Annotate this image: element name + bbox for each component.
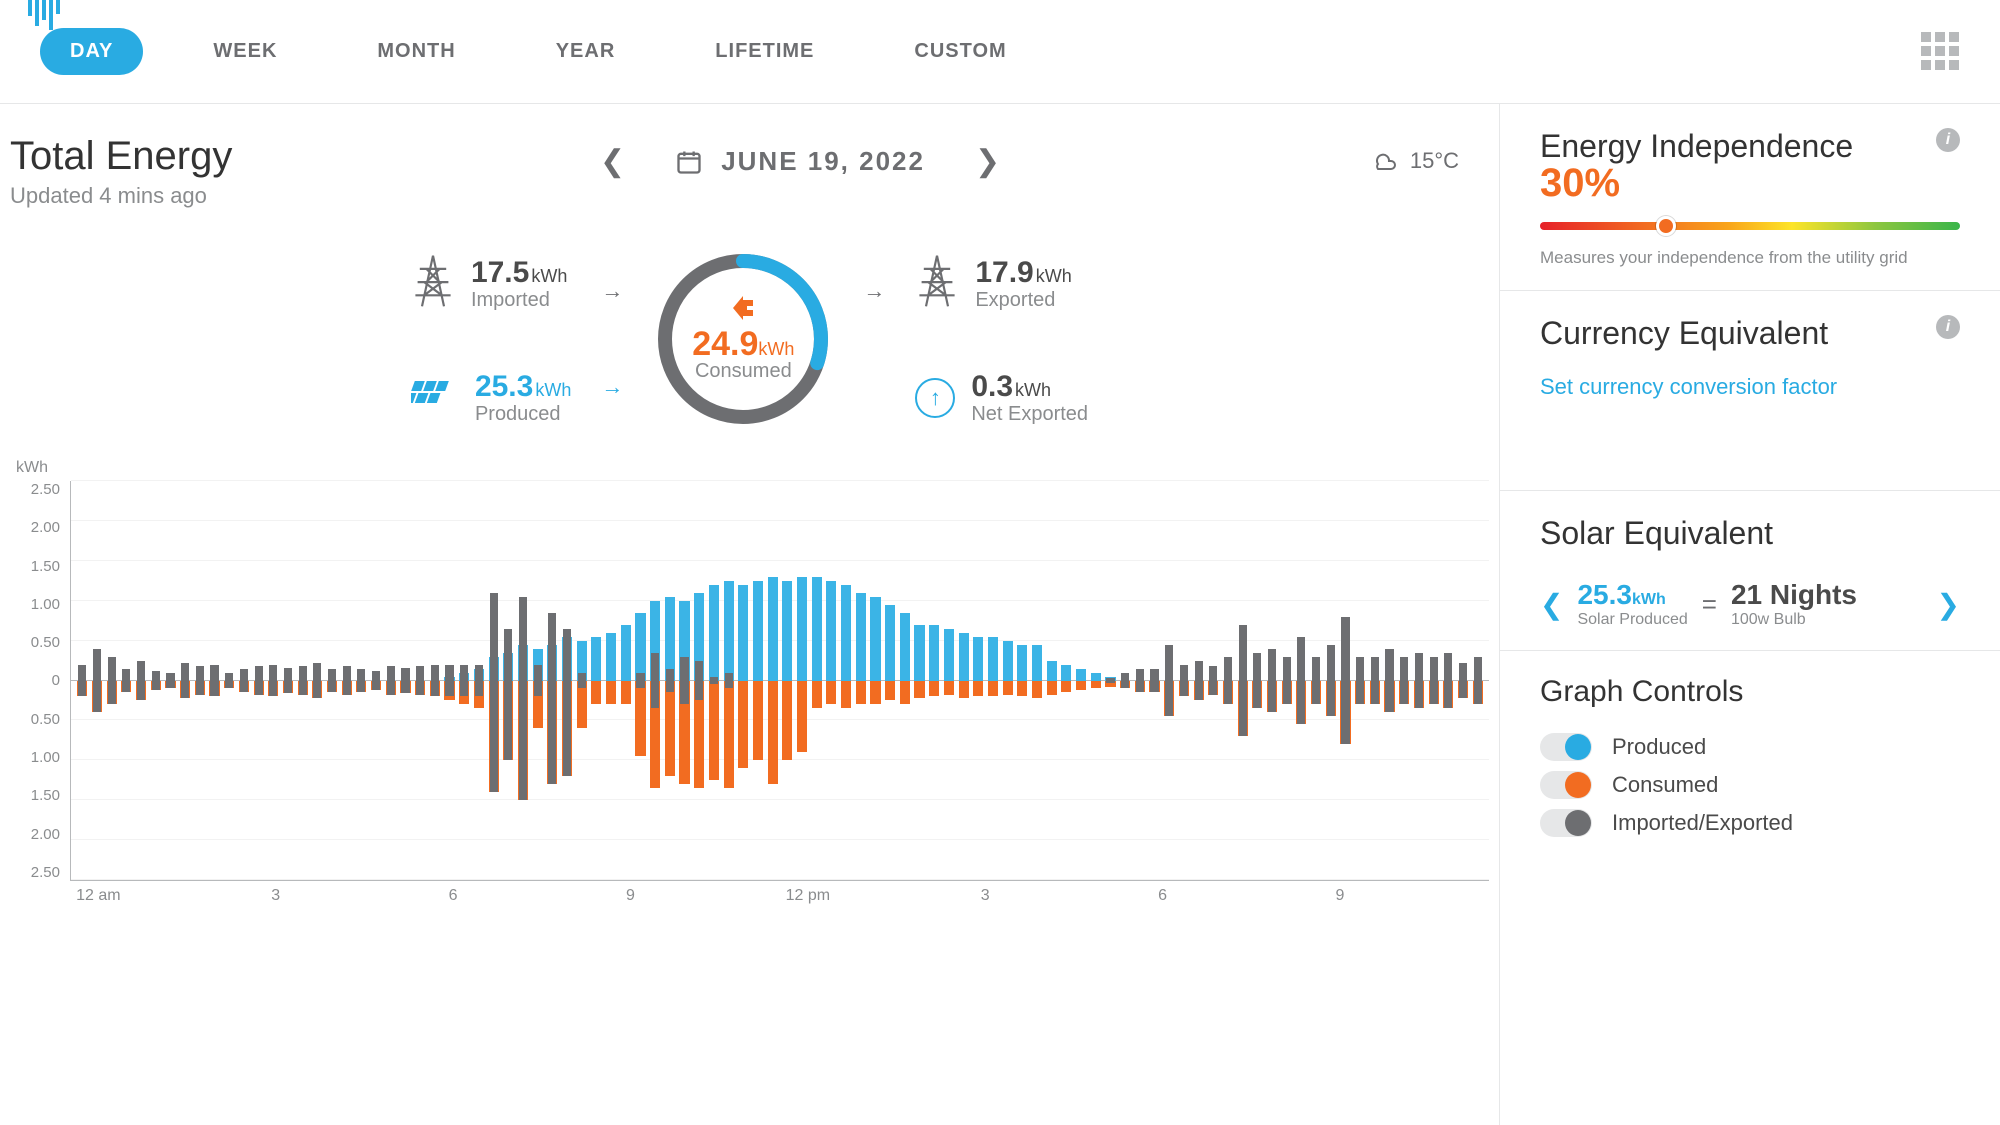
home-icon: [729, 296, 757, 325]
pylon-icon: [915, 253, 959, 314]
solar-eq-title: Solar Equivalent: [1540, 515, 1960, 552]
pylon-icon: [411, 253, 455, 314]
weather-temp: 15°C: [1410, 148, 1459, 174]
imported-value: 17.5: [471, 256, 529, 289]
info-icon[interactable]: i: [1936, 315, 1960, 339]
produced-unit: kWh: [535, 380, 571, 400]
next-day-button[interactable]: ❯: [975, 144, 1000, 179]
solar-icon: [411, 373, 459, 422]
updated-text: Updated 4 mins ago: [10, 183, 232, 209]
net-exported-label: Net Exported: [971, 403, 1088, 425]
date-text: JUNE 19, 2022: [721, 146, 925, 177]
toggle-label: Produced: [1612, 734, 1706, 760]
exported-label: Exported: [975, 289, 1071, 311]
stat-consumed: 24.9kWh Consumed: [653, 249, 833, 429]
toggle-label: Imported/Exported: [1612, 810, 1793, 836]
timeframe-tabbar: DAYWEEKMONTHYEARLIFETIMECUSTOM: [0, 0, 2000, 104]
chart-unit-label: kWh: [16, 459, 1489, 477]
energy-independence-panel: Energy Independence 30% i Measures your …: [1500, 104, 2000, 291]
bar-chart-view-icon[interactable]: [24, 0, 64, 40]
currency-panel: Currency Equivalent i Set currency conve…: [1500, 291, 2000, 491]
toggle-blue: Produced: [1540, 733, 1960, 761]
solar-eq-right-value: 21 Nights: [1731, 580, 1857, 611]
arrow-right-icon: →: [601, 374, 623, 400]
stat-produced: 25.3kWh Produced: [411, 370, 571, 425]
net-export-icon: ↑: [915, 378, 955, 418]
produced-value: 25.3: [475, 370, 533, 403]
chart-x-axis: 12 am36912 pm369: [70, 887, 1489, 911]
net-exported-unit: kWh: [1015, 380, 1051, 400]
stat-imported: 17.5kWh Imported: [411, 253, 571, 314]
currency-link[interactable]: Set currency conversion factor: [1540, 374, 1837, 400]
chart-y-axis: 2.502.001.501.000.5000.501.001.502.002.5…: [10, 481, 70, 881]
grid-view-icon[interactable]: [1920, 32, 1960, 72]
calendar-icon: [675, 148, 703, 176]
graph-controls-panel: Graph Controls Produced Consumed Imported/…: [1500, 651, 2000, 871]
currency-title: Currency Equivalent: [1540, 315, 1828, 352]
exported-unit: kWh: [1036, 266, 1072, 286]
stat-net-exported: ↑ 0.3kWh Net Exported: [915, 370, 1088, 425]
stat-exported: 17.9kWh Exported: [915, 253, 1088, 314]
equals-icon: =: [1702, 589, 1717, 620]
page-title: Total Energy: [10, 134, 232, 179]
consumed-label: Consumed: [695, 360, 792, 383]
tab-lifetime[interactable]: LIFETIME: [685, 28, 844, 75]
toggle-orange: Consumed: [1540, 771, 1960, 799]
tab-year[interactable]: YEAR: [526, 28, 646, 75]
info-icon[interactable]: i: [1936, 128, 1960, 152]
consumed-value: 24.9: [692, 325, 758, 363]
solar-eq-left-label: Solar Produced: [1577, 611, 1687, 629]
solar-eq-left-value: 25.3: [1577, 579, 1632, 610]
net-exported-value: 0.3: [971, 370, 1013, 403]
toggle-switch[interactable]: [1540, 809, 1592, 837]
solar-eq-next-button[interactable]: ❯: [1937, 588, 1960, 621]
independence-title: Energy Independence: [1540, 128, 1853, 165]
arrow-right-icon: →: [601, 278, 623, 304]
tab-custom[interactable]: CUSTOM: [884, 28, 1036, 75]
graph-controls-title: Graph Controls: [1540, 675, 1960, 709]
independence-subtitle: Measures your independence from the util…: [1540, 248, 1960, 268]
independence-slider[interactable]: [1540, 222, 1960, 230]
toggle-switch[interactable]: [1540, 771, 1592, 799]
main-panel: Total Energy Updated 4 mins ago ❮ JUNE 1…: [0, 104, 1500, 1125]
weather-widget: 15°C: [1368, 146, 1459, 176]
imported-label: Imported: [471, 289, 567, 311]
tab-week[interactable]: WEEK: [183, 28, 307, 75]
toggle-switch[interactable]: [1540, 733, 1592, 761]
produced-label: Produced: [475, 403, 571, 425]
exported-value: 17.9: [975, 256, 1033, 289]
date-picker[interactable]: JUNE 19, 2022: [675, 146, 925, 177]
solar-eq-left-unit: kWh: [1632, 591, 1666, 608]
weather-icon: [1368, 146, 1400, 176]
solar-eq-right-label: 100w Bulb: [1731, 611, 1857, 629]
chart-plot-area: [70, 481, 1489, 881]
tab-month[interactable]: MONTH: [347, 28, 485, 75]
consumed-unit: kWh: [758, 339, 794, 359]
imported-unit: kWh: [531, 266, 567, 286]
prev-day-button[interactable]: ❮: [600, 144, 625, 179]
solar-equivalent-panel: Solar Equivalent ❮ 25.3kWh Solar Produce…: [1500, 491, 2000, 651]
solar-eq-prev-button[interactable]: ❮: [1540, 588, 1563, 621]
toggle-label: Consumed: [1612, 772, 1718, 798]
toggle-gray: Imported/Exported: [1540, 809, 1960, 837]
slider-handle-icon: [1656, 216, 1676, 236]
independence-percent: 30%: [1540, 161, 1853, 206]
arrow-right-icon: →: [863, 278, 885, 304]
energy-chart[interactable]: kWh 2.502.001.501.000.5000.501.001.502.0…: [10, 459, 1489, 911]
side-panel: Energy Independence 30% i Measures your …: [1500, 104, 2000, 1125]
